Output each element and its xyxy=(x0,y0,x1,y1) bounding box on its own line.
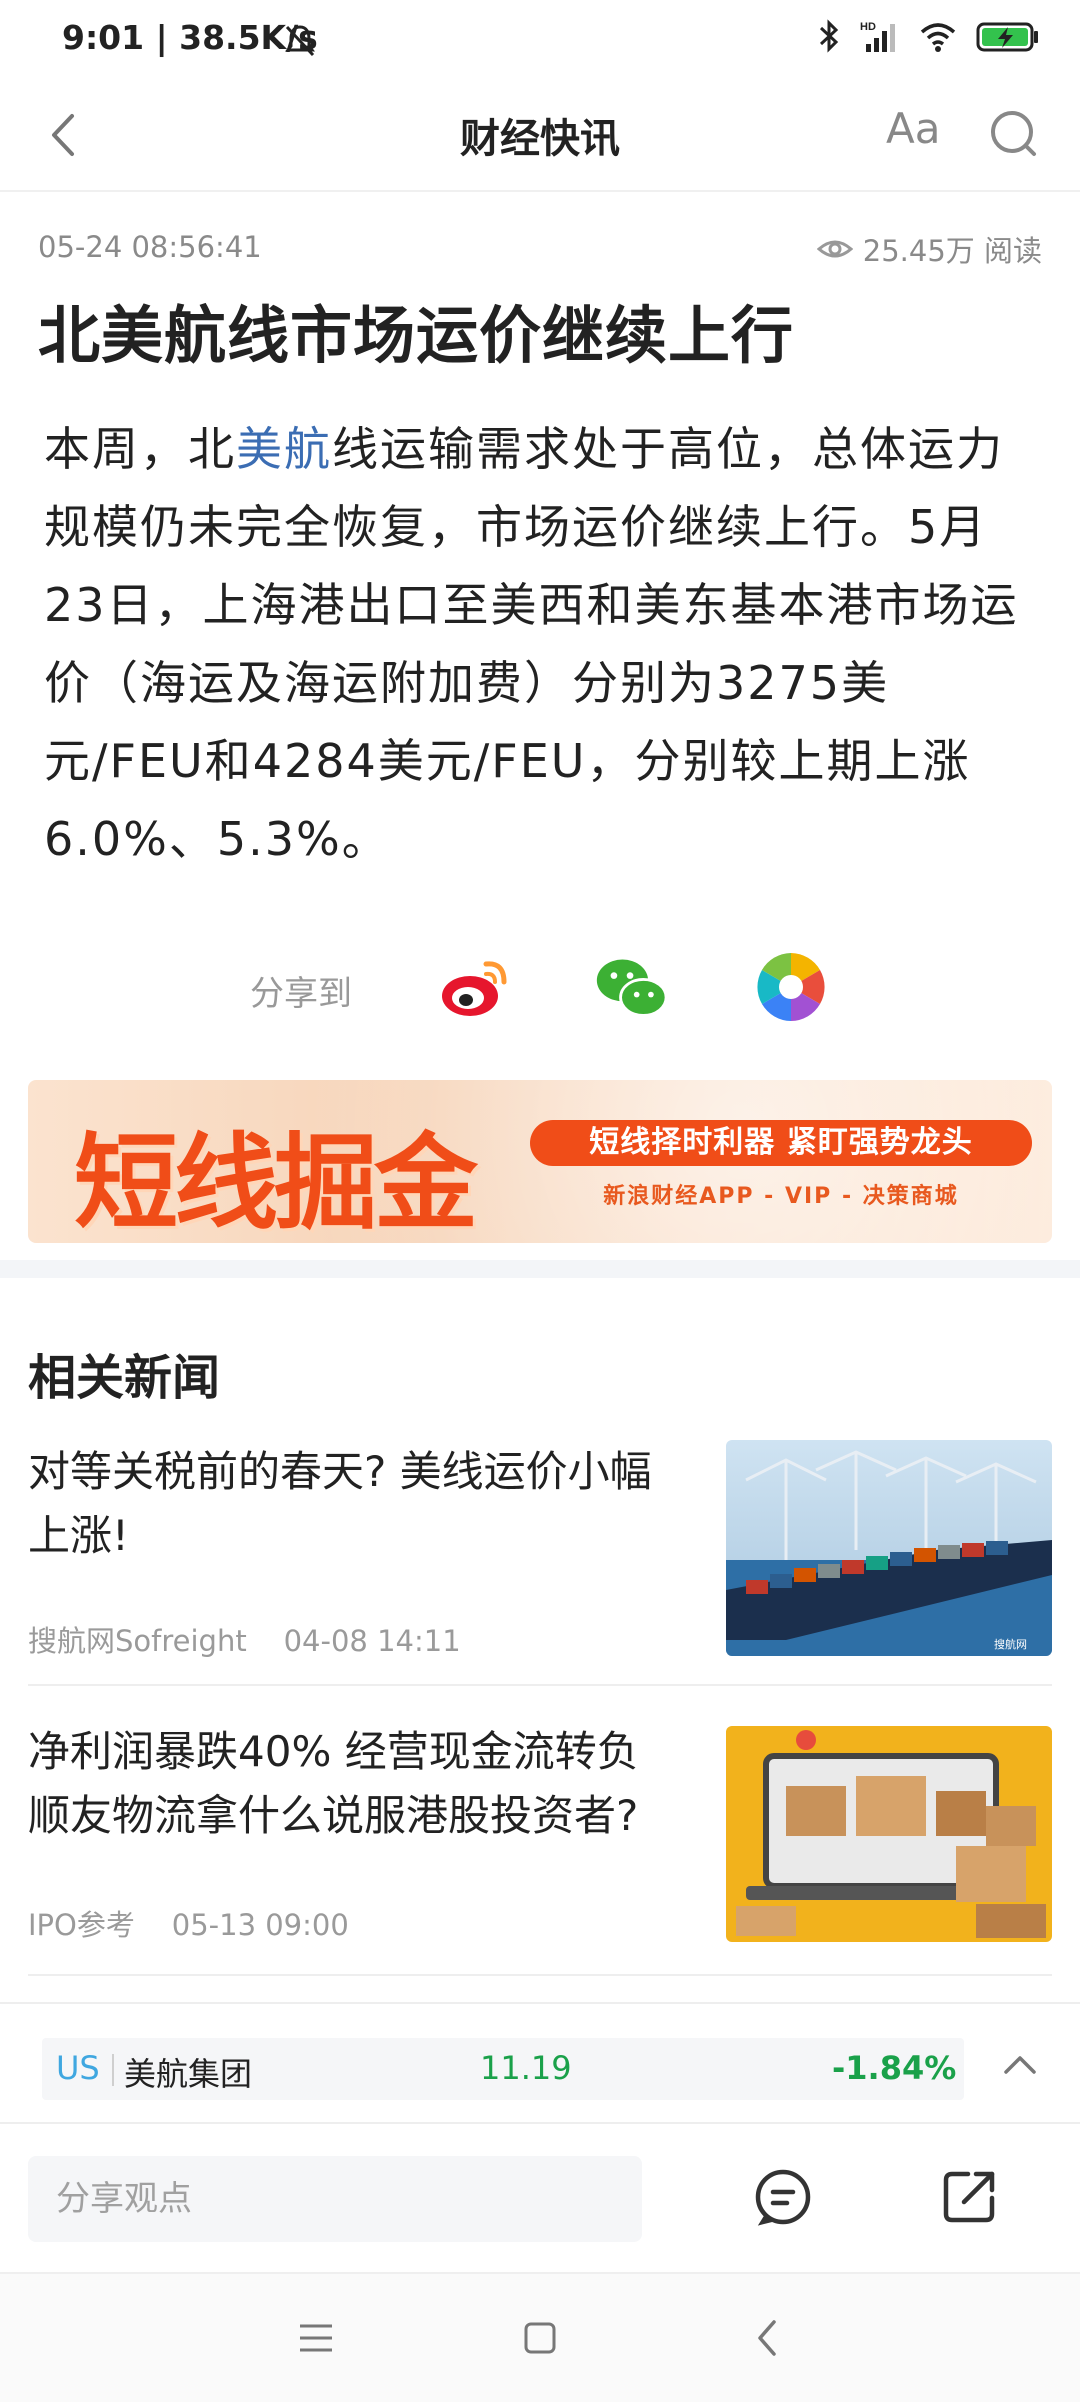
weibo-icon[interactable] xyxy=(438,950,512,1024)
container-ship-image: 搜航网 xyxy=(726,1440,1052,1656)
body-text-post: 线运输需求处于高位，总体运力规模仍未完全恢复，市场运价继续上行。5月23日，上海… xyxy=(44,422,1019,866)
battery-charging-icon xyxy=(976,22,1038,52)
chevron-up-icon[interactable] xyxy=(1000,2046,1040,2086)
related-news-heading: 相关新闻 xyxy=(28,1350,221,1406)
news-separator xyxy=(28,1974,1052,1976)
back-icon[interactable] xyxy=(748,2316,788,2360)
stock-link[interactable]: 美航 xyxy=(236,422,332,476)
stock-price: 11.19 xyxy=(480,2049,572,2087)
moments-icon[interactable] xyxy=(754,950,828,1024)
article-time: 05-24 08:56:41 xyxy=(38,230,262,264)
read-count: 25.45万 阅读 xyxy=(816,228,1042,270)
hd-signal-icon: HD xyxy=(860,21,895,52)
news-source: 搜航网Sofreight xyxy=(28,1624,247,1658)
bluetooth-icon xyxy=(819,19,839,53)
news-item[interactable]: 对等关税前的春天? 美线运价小幅上涨! 搜航网Sofreight 04-08 1… xyxy=(28,1440,1052,1660)
banner-subtitle: 新浪财经APP - VIP - 决策商城 xyxy=(603,1184,959,1209)
news-separator xyxy=(28,1684,1052,1686)
news-title: 对等关税前的春天? 美线运价小幅上涨! xyxy=(28,1447,652,1560)
share-external-icon[interactable] xyxy=(938,2166,1000,2228)
section-divider xyxy=(0,1260,1080,1278)
menu-icon[interactable] xyxy=(296,2318,336,2358)
thumb-watermark: 搜航网 xyxy=(994,1637,1027,1651)
body-text-pre: 本周，北 xyxy=(44,422,236,476)
stock-name: 美航集团 xyxy=(124,2055,253,2093)
comment-bar: 分享观点 xyxy=(0,2122,1080,2274)
comment-icon[interactable] xyxy=(752,2166,814,2228)
stock-market: US xyxy=(56,2049,100,2087)
top-app-bar: 财经快讯 Aa xyxy=(0,80,1080,192)
stock-quote-bar[interactable]: US 美航集团 11.19 -1.84% xyxy=(0,2002,1080,2124)
read-count-text: 25.45万 阅读 xyxy=(862,234,1042,268)
comment-input[interactable]: 分享观点 xyxy=(28,2156,642,2242)
silent-icon xyxy=(285,25,315,57)
news-meta: 搜航网Sofreight 04-08 14:11 xyxy=(28,1618,461,1660)
share-label: 分享到 xyxy=(250,974,352,1014)
stock-quote[interactable]: US 美航集团 11.19 -1.84% xyxy=(42,2038,964,2100)
eye-icon xyxy=(816,240,853,258)
article-body: 本周，北美航线运输需求处于高位，总体运力规模仍未完全恢复，市场运价继续上行。5月… xyxy=(44,410,1044,878)
news-item[interactable]: 净利润暴跌40% 经营现金流转负 顺友物流拿什么说服港股投资者? IPO参考 0… xyxy=(28,1720,1052,1942)
svg-text:HD: HD xyxy=(860,21,876,33)
news-title: 净利润暴跌40% 经营现金流转负 顺友物流拿什么说服港股投资者? xyxy=(28,1727,639,1840)
home-icon[interactable] xyxy=(520,2318,560,2358)
banner-pill: 短线择时利器 紧盯强势龙头 xyxy=(530,1120,1032,1166)
stock-change: -1.84% xyxy=(832,2049,957,2087)
news-thumbnail xyxy=(726,1726,1052,1942)
parcels-laptop-image xyxy=(726,1726,1052,1942)
article-title: 北美航线市场运价继续上行 xyxy=(38,299,795,372)
news-thumbnail: 搜航网 xyxy=(726,1440,1052,1656)
news-source: IPO参考 xyxy=(28,1908,135,1942)
wifi-icon xyxy=(920,23,956,52)
news-meta: IPO参考 05-13 09:00 xyxy=(28,1902,349,1944)
search-icon[interactable] xyxy=(988,106,1040,162)
news-time: 04-08 14:11 xyxy=(283,1624,461,1658)
banner-headline: 短线掘金 xyxy=(74,1121,478,1243)
system-nav-bar xyxy=(0,2272,1080,2402)
status-icons: HD xyxy=(816,18,1040,54)
font-size-button[interactable]: Aa xyxy=(886,104,940,153)
promo-banner[interactable]: 短线掘金 短线择时利器 紧盯强势龙头 新浪财经APP - VIP - 决策商城 xyxy=(28,1080,1052,1243)
news-time: 05-13 09:00 xyxy=(171,1908,349,1942)
status-time: 9:01 | 38.5K/s xyxy=(62,18,318,57)
stock-separator xyxy=(112,2054,114,2086)
status-bar: 9:01 | 38.5K/s HD xyxy=(0,0,1080,80)
wechat-icon[interactable] xyxy=(594,950,668,1024)
